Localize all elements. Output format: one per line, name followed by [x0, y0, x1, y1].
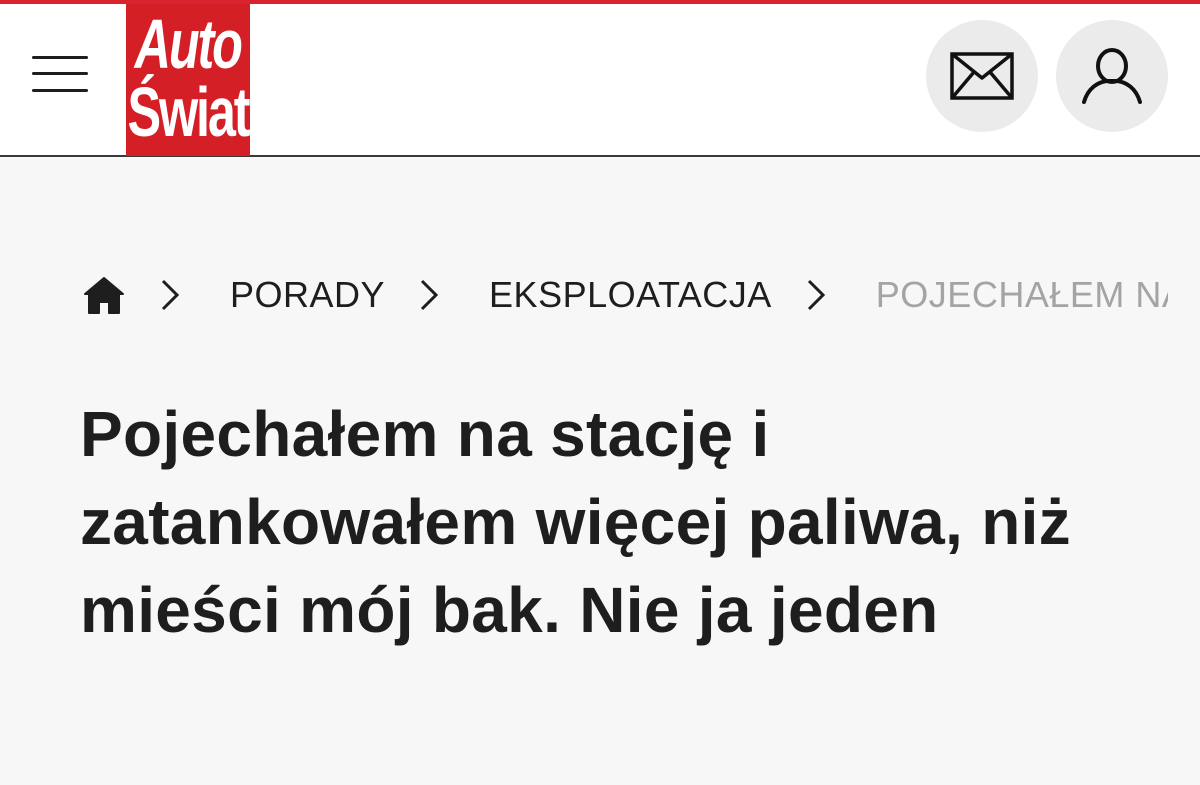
chevron-right-icon [160, 278, 180, 312]
user-icon [1082, 48, 1142, 104]
menu-button[interactable] [30, 52, 90, 100]
breadcrumb-item-eksploatacja[interactable]: EKSPLOATACJA [489, 274, 772, 316]
logo-text-line2: Świat [127, 73, 251, 151]
hamburger-menu-icon [32, 72, 88, 75]
breadcrumb: PORADY EKSPLOATACJA POJECHAŁEM NA STACJĘ… [82, 272, 1168, 318]
logo-text-line1: Auto [134, 5, 243, 83]
mail-icon [950, 52, 1014, 100]
home-icon [84, 277, 124, 314]
site-header: Auto Świat [0, 4, 1200, 157]
chevron-right-icon [806, 278, 826, 312]
article-title: Pojechałem na stację i zatankowałem więc… [80, 398, 1071, 646]
breadcrumb-current-page: POJECHAŁEM NA STACJĘ I ZATANKOWAŁEM WIĘC… [875, 274, 1168, 315]
chevron-right-icon [419, 278, 439, 312]
site-logo[interactable]: Auto Świat [126, 4, 251, 156]
mail-button[interactable] [926, 20, 1038, 132]
breadcrumb-item-porady[interactable]: PORADY [230, 274, 385, 316]
hamburger-menu-icon [32, 89, 88, 92]
account-button[interactable] [1056, 20, 1168, 132]
breadcrumb-home-link[interactable] [82, 273, 126, 317]
hamburger-menu-icon [32, 56, 88, 59]
